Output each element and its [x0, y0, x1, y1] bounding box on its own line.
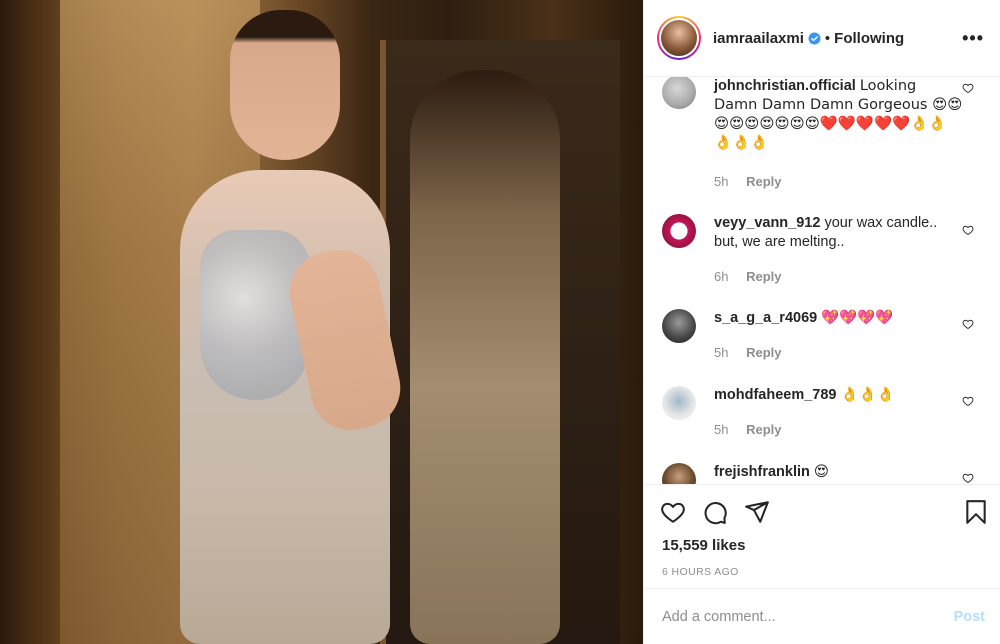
- header-separator: •: [824, 29, 831, 47]
- comment-avatar[interactable]: [662, 309, 696, 343]
- comment-meta: 5h Reply: [714, 343, 963, 362]
- comment-username[interactable]: frejishfranklin: [714, 464, 810, 480]
- verified-icon: [808, 32, 821, 44]
- heart-icon[interactable]: [660, 499, 686, 525]
- comment-item: veyy_vann_912 your wax candle.. but, we …: [644, 214, 1000, 286]
- comment-body: s_a_g_a_r4069 💖💖💖💖 5h Reply: [714, 309, 985, 362]
- comment-composer: Post: [644, 588, 1000, 644]
- comments-list[interactable]: johnchristian.official Looking Damn Damn…: [644, 77, 1000, 484]
- likes-count[interactable]: 15,559 likes: [644, 537, 1000, 554]
- comment-text: 👌👌👌: [840, 387, 895, 403]
- post-header: iamraailaxmi • Following •••: [644, 0, 1000, 77]
- bookmark-icon[interactable]: [963, 499, 989, 525]
- like-comment-icon[interactable]: [962, 395, 974, 407]
- comment-body: johnchristian.official Looking Damn Damn…: [714, 77, 985, 191]
- comment-item: frejishfranklin 😍: [644, 463, 1000, 484]
- post-actions: 15,559 likes 6 HOURS AGO Post: [644, 484, 1000, 644]
- comment-username[interactable]: mohdfaheem_789: [714, 387, 837, 403]
- comment-body: veyy_vann_912 your wax candle.. but, we …: [714, 214, 985, 286]
- more-options-icon[interactable]: •••: [962, 28, 984, 49]
- comment-age: 5h: [714, 174, 729, 189]
- comment-avatar[interactable]: [662, 463, 696, 484]
- like-comment-icon[interactable]: [962, 224, 974, 236]
- post-button[interactable]: Post: [954, 609, 985, 625]
- comment-avatar[interactable]: [662, 386, 696, 420]
- comment-item: mohdfaheem_789 👌👌👌 5h Reply: [644, 386, 1000, 439]
- comment-item: johnchristian.official Looking Damn Damn…: [644, 77, 1000, 191]
- comment-meta: 5h Reply: [714, 420, 963, 439]
- author-avatar[interactable]: [657, 16, 701, 60]
- comment-input[interactable]: [662, 608, 954, 625]
- comment-meta: 6h Reply: [714, 267, 963, 286]
- reply-button[interactable]: Reply: [746, 269, 781, 284]
- comment-text: 😍: [813, 464, 830, 480]
- comment-body: mohdfaheem_789 👌👌👌 5h Reply: [714, 386, 985, 439]
- comment-username[interactable]: s_a_g_a_r4069: [714, 310, 817, 326]
- comment-age: 5h: [714, 345, 729, 360]
- photo-reflection: [410, 70, 560, 644]
- reply-button[interactable]: Reply: [746, 345, 781, 360]
- like-comment-icon[interactable]: [962, 82, 974, 94]
- post-sidebar: iamraailaxmi • Following ••• johnchristi…: [643, 0, 1000, 644]
- comment-username[interactable]: veyy_vann_912: [714, 215, 820, 231]
- comment-item: s_a_g_a_r4069 💖💖💖💖 5h Reply: [644, 309, 1000, 362]
- reply-button[interactable]: Reply: [746, 174, 781, 189]
- like-comment-icon[interactable]: [962, 472, 974, 484]
- comment-age: 5h: [714, 422, 729, 437]
- comment-avatar[interactable]: [662, 77, 696, 109]
- comment-username[interactable]: johnchristian.official: [714, 78, 856, 94]
- like-comment-icon[interactable]: [962, 318, 974, 330]
- comment-age: 6h: [714, 269, 729, 284]
- share-icon[interactable]: [744, 499, 770, 525]
- post-photo[interactable]: [0, 0, 643, 644]
- reply-button[interactable]: Reply: [746, 422, 781, 437]
- photo-figure-head: [230, 10, 340, 160]
- following-button[interactable]: Following: [834, 30, 904, 47]
- action-bar: [644, 485, 1000, 539]
- comment-avatar[interactable]: [662, 214, 696, 248]
- comment-meta: 5h Reply: [714, 172, 963, 191]
- comment-icon[interactable]: [702, 499, 728, 525]
- post-timestamp: 6 HOURS AGO: [662, 566, 739, 578]
- comment-body: frejishfranklin 😍: [714, 463, 985, 484]
- avatar-image: [659, 18, 699, 58]
- comment-text: 💖💖💖💖: [821, 310, 894, 326]
- author-username[interactable]: iamraailaxmi: [713, 30, 804, 47]
